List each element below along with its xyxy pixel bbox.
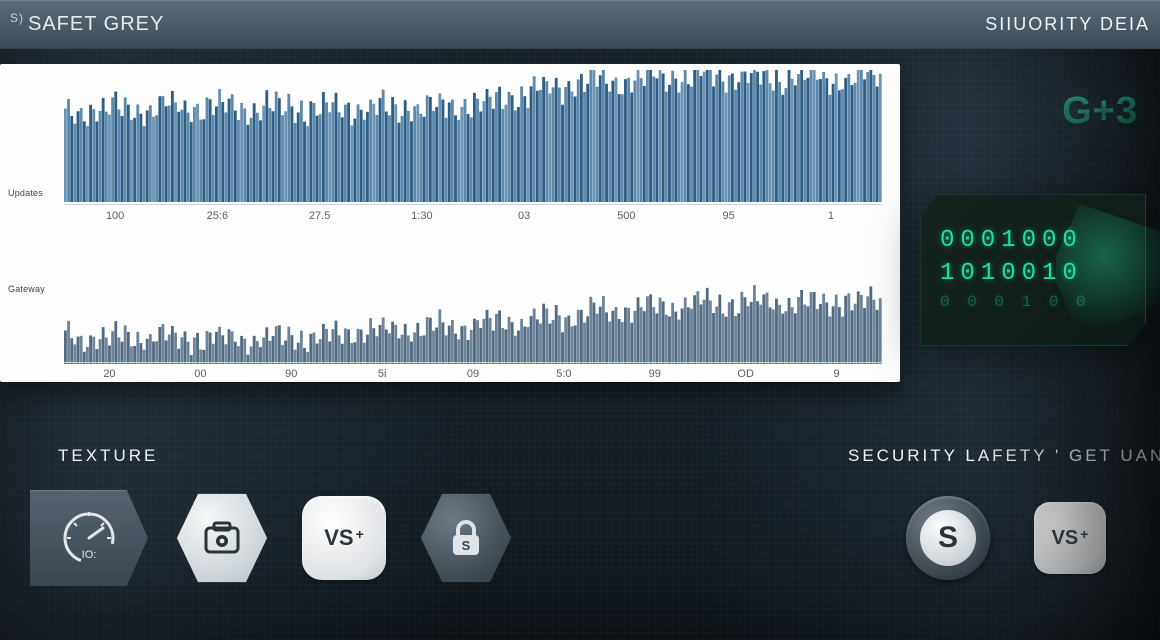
chart-top-plot (64, 70, 882, 202)
chart-ylabel-bottom: Gateway (8, 284, 45, 294)
camera-icon (198, 514, 246, 562)
tile-row-left: IO: VS + S (30, 490, 514, 586)
plus-icon: + (356, 526, 364, 542)
tick: 00 (155, 368, 246, 380)
chart-ylabel-top: Updates (8, 188, 43, 198)
header-brand-text: SAFET GREY (28, 13, 164, 36)
plus-icon: + (1080, 526, 1088, 542)
vs-tile-1[interactable]: VS + (296, 490, 392, 586)
tick: OD (700, 368, 791, 380)
section-title-security: SECURITY LAFETY ' GET UANA (848, 446, 1160, 466)
chart-bottom-svg (64, 244, 882, 364)
binary-panel: 0001000 1010010 0 0 0 1 0 0 (920, 194, 1146, 346)
tick: 100 (64, 210, 166, 222)
tick: 25:6 (166, 210, 268, 222)
chart-top-axis: 100 25:6 27.5 1:30 03 500 95 1 (64, 206, 882, 226)
tick: 20 (64, 368, 155, 380)
tick: 1:30 (371, 210, 473, 222)
app-stage: S) SAFET GREY SIIUORITY DEIA Updates Gat… (0, 0, 1160, 640)
binary-row: 0 0 0 1 0 0 (940, 293, 1130, 311)
tick: 5i (337, 368, 428, 380)
binary-rows: 0001000 1010010 0 0 0 1 0 0 (940, 214, 1130, 324)
chart-bottom-plot (64, 244, 882, 364)
tick: 09 (428, 368, 519, 380)
camera-tile[interactable] (174, 490, 270, 586)
chart-top-svg (64, 70, 882, 202)
vs-label: VS (324, 525, 353, 551)
vs-tile-2[interactable]: VS + (1022, 490, 1118, 586)
header-brand-right: SIIUORITY DEIA (985, 0, 1150, 48)
binary-row: 1010010 (940, 260, 1130, 287)
chart-panel: Updates Gateway 100 25:6 27.5 1:30 03 50… (0, 64, 900, 382)
tick: 5:0 (518, 368, 609, 380)
vs-label: VS (1052, 527, 1079, 550)
gauge-tile[interactable]: IO: (30, 490, 148, 586)
tile-row-right: S VS + (900, 490, 1118, 586)
top-header: S) SAFET GREY SIIUORITY DEIA (0, 0, 1160, 49)
lock-letter: S (462, 538, 471, 553)
gauge-icon: IO: (53, 502, 125, 574)
brand-mark: G+3 (1062, 90, 1138, 133)
tick: 03 (473, 210, 575, 222)
lock-tile[interactable]: S (418, 490, 514, 586)
tick: 27.5 (269, 210, 371, 222)
binary-row: 0001000 (940, 227, 1130, 254)
tick: 9 (791, 368, 882, 380)
chart-bottom-axis: 20 00 90 5i 09 5:0 99 OD 9 (64, 364, 882, 382)
lock-icon: S (441, 513, 491, 563)
tick: 99 (609, 368, 700, 380)
tick: 500 (575, 210, 677, 222)
gauge-label: IO: (82, 549, 97, 561)
tick: 95 (678, 210, 780, 222)
header-brand-left: S) SAFET GREY (10, 0, 164, 48)
tick: 90 (246, 368, 337, 380)
section-title-texture: TEXTURE (58, 446, 158, 466)
disc-letter: S (938, 521, 958, 555)
tick: 1 (780, 210, 882, 222)
disc-tile[interactable]: S (900, 490, 996, 586)
header-brand-sup: S) (10, 11, 24, 25)
